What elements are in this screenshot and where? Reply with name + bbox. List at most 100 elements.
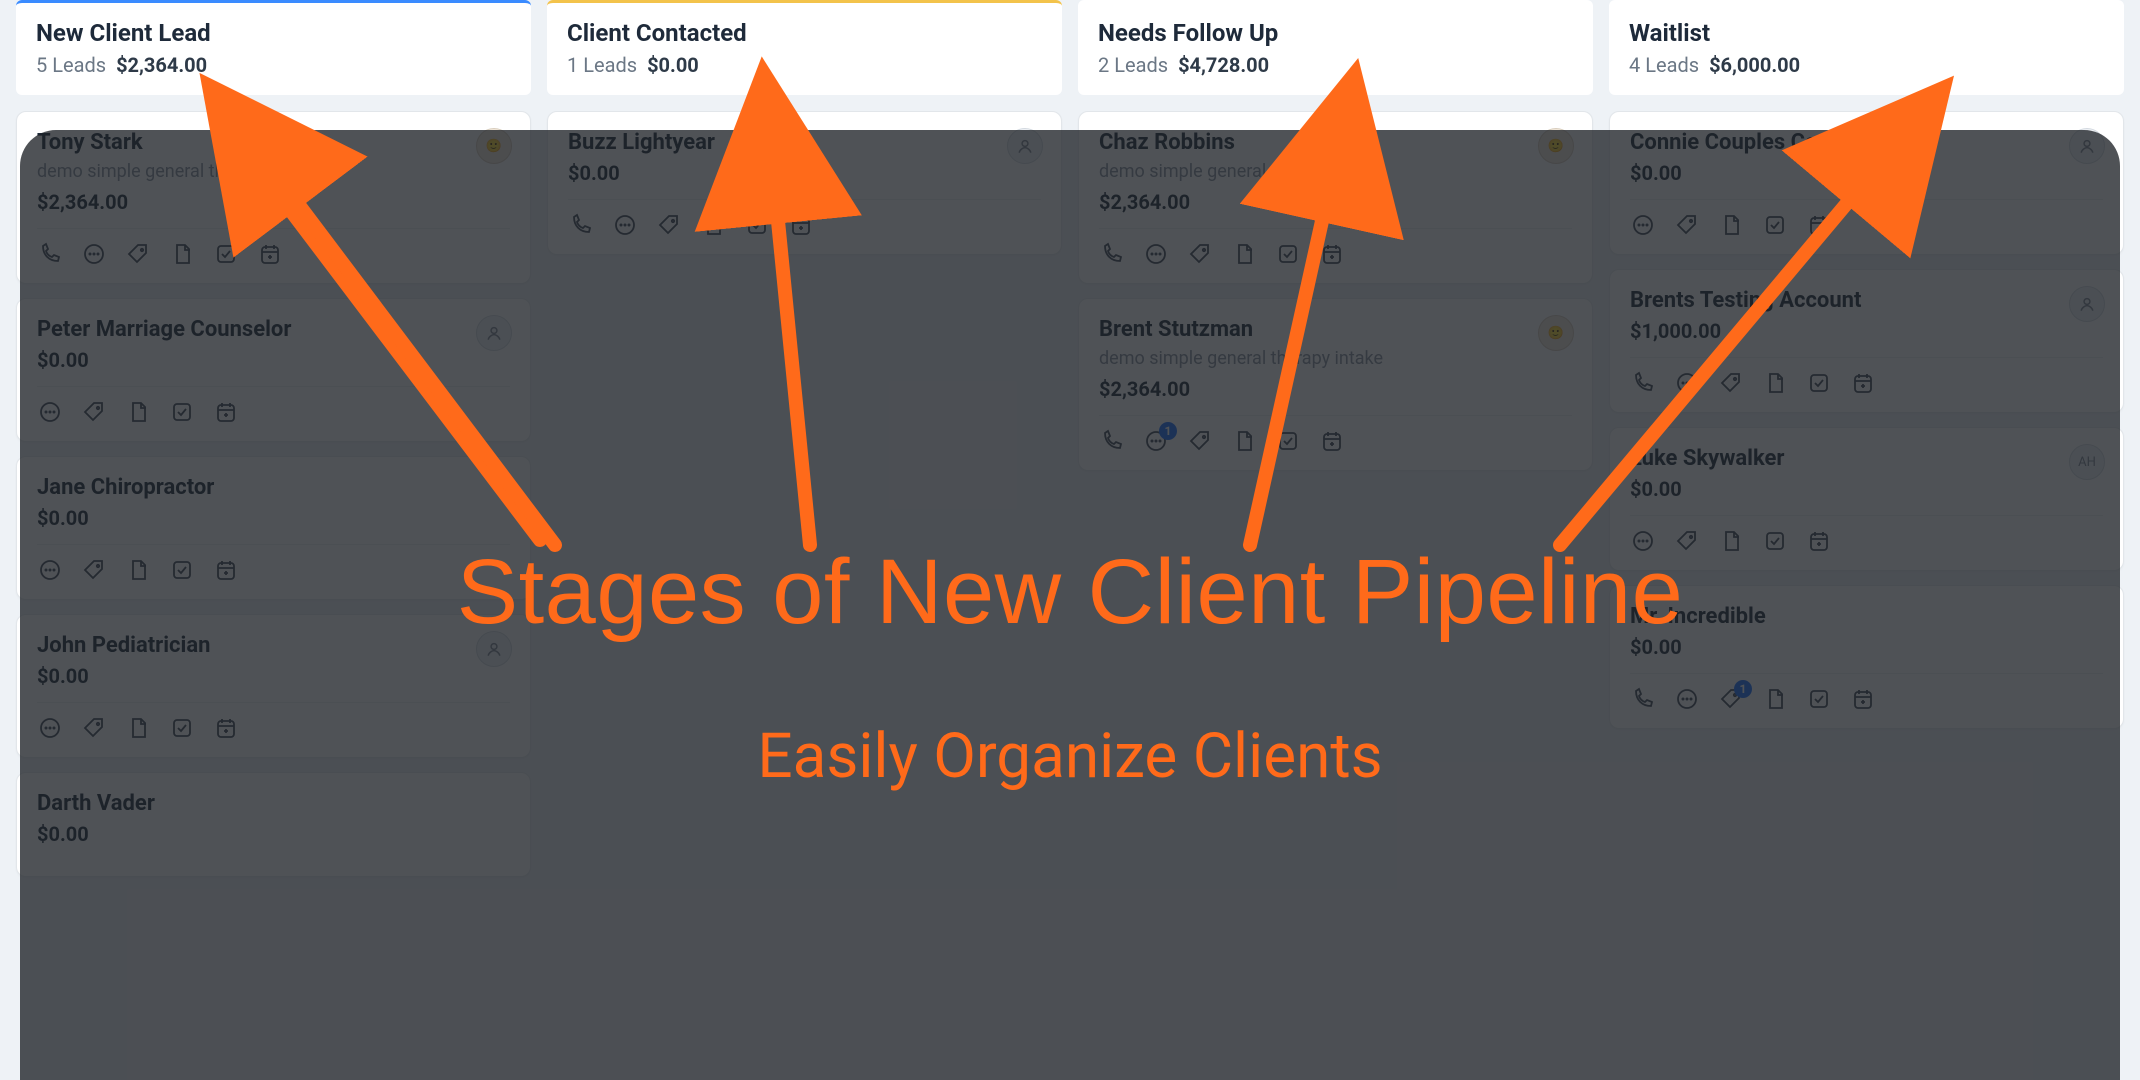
phone-icon[interactable] (1099, 241, 1125, 267)
lead-card[interactable]: Darth Vader$0.00 (16, 772, 531, 877)
column-header[interactable]: Needs Follow Up2 Leads$4,728.00 (1078, 0, 1593, 95)
tag-icon[interactable] (1187, 241, 1213, 267)
task-icon[interactable] (1275, 428, 1301, 454)
card-amount: $0.00 (1630, 635, 2103, 659)
chat-icon[interactable] (37, 399, 63, 425)
task-icon[interactable] (1762, 528, 1788, 554)
lead-card[interactable]: 🙂Chaz Robbinsdemo simple general therapy… (1078, 111, 1593, 284)
lead-card[interactable]: 🙂Tony Starkdemo simple general therapy i… (16, 111, 531, 284)
card-actions: 1 (1099, 415, 1572, 454)
tag-icon[interactable] (81, 399, 107, 425)
phone-icon[interactable] (1630, 370, 1656, 396)
chat-icon[interactable] (612, 212, 638, 238)
document-icon[interactable] (700, 212, 726, 238)
tag-icon[interactable] (1674, 212, 1700, 238)
card-description: demo simple general therapy intake (1099, 348, 1572, 369)
document-icon[interactable] (1762, 370, 1788, 396)
chat-icon[interactable] (37, 557, 63, 583)
column-header[interactable]: New Client Lead5 Leads$2,364.00 (16, 0, 531, 95)
calendar-icon[interactable] (1806, 528, 1832, 554)
lead-card[interactable]: Mr. Incredible$0.001 (1609, 585, 2124, 729)
chat-icon[interactable] (1674, 370, 1700, 396)
tag-icon[interactable] (125, 241, 151, 267)
task-icon[interactable] (1762, 212, 1788, 238)
chat-icon[interactable] (81, 241, 107, 267)
card-amount: $0.00 (37, 822, 510, 846)
chat-icon[interactable] (1630, 528, 1656, 554)
calendar-icon[interactable] (213, 399, 239, 425)
lead-card[interactable]: Brents Testing Account $1,000.00 (1609, 269, 2124, 413)
document-icon[interactable] (1231, 428, 1257, 454)
card-amount: $2,364.00 (1099, 190, 1572, 214)
lead-card[interactable]: 🙂Brent Stutzmandemo simple general thera… (1078, 298, 1593, 471)
calendar-icon[interactable] (1319, 241, 1345, 267)
chat-icon[interactable] (1143, 241, 1169, 267)
card-title: Brents Testing Account (1630, 288, 2103, 313)
avatar (476, 631, 512, 667)
task-icon[interactable] (169, 715, 195, 741)
phone-icon[interactable] (568, 212, 594, 238)
task-icon[interactable] (1275, 241, 1301, 267)
calendar-icon[interactable] (1806, 212, 1832, 238)
chat-icon[interactable] (37, 715, 63, 741)
chat-icon[interactable] (1630, 212, 1656, 238)
task-icon[interactable] (744, 212, 770, 238)
lead-card[interactable]: Peter Marriage Counselor$0.00 (16, 298, 531, 442)
task-icon[interactable] (169, 557, 195, 583)
card-amount: $1,000.00 (1630, 319, 2103, 343)
card-title: Connie Couples Counseling (1630, 130, 2103, 155)
tag-icon[interactable] (1674, 528, 1700, 554)
lead-card[interactable]: Connie Couples Counseling $0.00 (1609, 111, 2124, 255)
lead-card[interactable]: Jane Chiropractor$0.00 (16, 456, 531, 600)
card-amount: $0.00 (1630, 161, 2103, 185)
column-title: Waitlist (1629, 19, 2104, 47)
tag-icon[interactable] (81, 557, 107, 583)
task-icon[interactable] (169, 399, 195, 425)
phone-icon[interactable] (1099, 428, 1125, 454)
document-icon[interactable] (169, 241, 195, 267)
phone-icon[interactable] (1630, 686, 1656, 712)
tag-icon[interactable] (1718, 370, 1744, 396)
chat-icon[interactable]: 1 (1143, 428, 1169, 454)
document-icon[interactable] (1762, 686, 1788, 712)
document-icon[interactable] (1231, 241, 1257, 267)
card-actions: 1 (1630, 673, 2103, 712)
card-actions (37, 544, 510, 583)
avatar: AH (2069, 444, 2105, 480)
document-icon[interactable] (1718, 212, 1744, 238)
card-actions (1099, 228, 1572, 267)
calendar-icon[interactable] (1850, 686, 1876, 712)
lead-card[interactable]: AHLuke Skywalker$0.00 (1609, 427, 2124, 571)
task-icon[interactable] (1806, 686, 1832, 712)
chat-icon[interactable] (1674, 686, 1700, 712)
column-header[interactable]: Waitlist4 Leads$6,000.00 (1609, 0, 2124, 95)
tag-icon[interactable]: 1 (1718, 686, 1744, 712)
card-title: Brent Stutzman (1099, 317, 1572, 342)
tag-icon[interactable] (81, 715, 107, 741)
card-title: Tony Stark (37, 130, 510, 155)
lead-card[interactable]: Buzz Lightyear$0.00 (547, 111, 1062, 255)
calendar-icon[interactable] (1850, 370, 1876, 396)
tag-icon[interactable] (1187, 428, 1213, 454)
card-title: Jane Chiropractor (37, 475, 510, 500)
calendar-icon[interactable] (1319, 428, 1345, 454)
card-amount: $0.00 (37, 348, 510, 372)
tag-icon[interactable] (656, 212, 682, 238)
card-actions (37, 228, 510, 267)
document-icon[interactable] (125, 557, 151, 583)
calendar-icon[interactable] (257, 241, 283, 267)
document-icon[interactable] (125, 399, 151, 425)
card-amount: $0.00 (37, 664, 510, 688)
lead-card[interactable]: John Pediatrician$0.00 (16, 614, 531, 758)
column-header[interactable]: Client Contacted1 Leads$0.00 (547, 0, 1062, 95)
task-icon[interactable] (213, 241, 239, 267)
calendar-icon[interactable] (213, 557, 239, 583)
notification-badge: 1 (1734, 680, 1752, 698)
task-icon[interactable] (1806, 370, 1832, 396)
calendar-icon[interactable] (213, 715, 239, 741)
card-description: demo simple general therapy intake (1099, 161, 1572, 182)
calendar-icon[interactable] (788, 212, 814, 238)
document-icon[interactable] (125, 715, 151, 741)
document-icon[interactable] (1718, 528, 1744, 554)
phone-icon[interactable] (37, 241, 63, 267)
